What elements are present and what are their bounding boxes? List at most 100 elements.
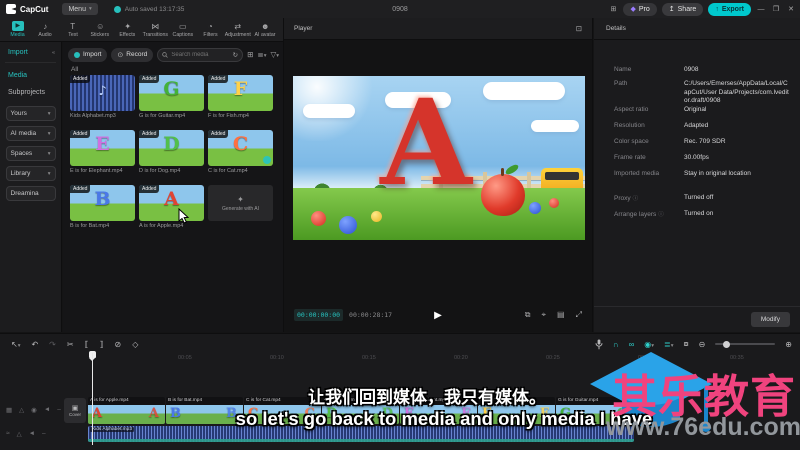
cover-button[interactable]: ▣ Cover [64, 398, 86, 423]
search-input[interactable] [171, 51, 230, 58]
minimize-button[interactable]: — [756, 6, 766, 13]
zoom-slider-knob[interactable] [723, 340, 731, 348]
delete-left-icon[interactable]: ⟦ [85, 340, 89, 349]
tab-filters[interactable]: ◔ Filters [197, 21, 225, 38]
media-item-a-apple[interactable]: Added A A is for Apple.mp4 [139, 185, 204, 229]
apple [481, 163, 525, 216]
sort-icon[interactable]: ≣▾ [257, 50, 266, 59]
generate-with-ai-button[interactable]: ✦ Generate with AI [208, 185, 273, 221]
mute-track-icon[interactable]: ◄ [44, 406, 50, 414]
pro-button[interactable]: ◆ Pro [623, 2, 657, 16]
auto-preview-icon[interactable]: ◉▾ [644, 340, 654, 349]
info-icon: ⓘ [632, 196, 639, 202]
tab-captions[interactable]: ▭ Captions [169, 21, 197, 38]
tab-label: AI avatar [254, 32, 276, 38]
collapse-panel-icon[interactable]: « [52, 50, 55, 56]
details-panel: Details Name 0908 Path C:/Users/Emerses/Ap… [594, 18, 800, 332]
sidebar-item-dreamina[interactable]: Dreamina [5, 186, 56, 201]
tab-media[interactable]: ▶ Media [4, 21, 32, 38]
lock-icon[interactable]: △ [19, 406, 24, 414]
tab-effects[interactable]: ✦ Effects [114, 21, 142, 38]
lock-icon[interactable]: △ [17, 430, 22, 438]
tab-ai-avatar[interactable]: ☻ AI avatar [252, 21, 280, 38]
timeline-clip-a[interactable]: A is for Apple.mp4 A A [88, 397, 165, 424]
playhead-line[interactable] [92, 353, 93, 445]
share-button[interactable]: ↥ Share [661, 2, 704, 16]
tab-adjustment[interactable]: ⇄ Adjustment [224, 21, 252, 38]
thumbnail-letter: F [233, 78, 248, 100]
aspect-ratio-icon[interactable]: ▤ [557, 310, 565, 320]
maximize-button[interactable]: ❐ [771, 5, 781, 13]
yellow-ball [371, 211, 382, 222]
split-icon[interactable]: ✂ [67, 340, 74, 349]
sidebar-item-subprojects[interactable]: Subprojects [0, 84, 61, 101]
chevron-down-icon: ▾ [47, 110, 51, 117]
timeline-zoom-slider[interactable] [715, 340, 776, 348]
menu-label: Menu [68, 5, 86, 13]
redo-icon[interactable]: ↷ [49, 340, 56, 349]
import-button[interactable]: Import [68, 47, 108, 62]
thumbnail-letter: G [163, 78, 180, 100]
sidebar-item-library[interactable]: Library ▾ [5, 166, 56, 181]
tab-audio[interactable]: ♪ Audio [32, 21, 60, 38]
keyframe-icon[interactable]: ◇ [132, 340, 138, 349]
waveform-icon[interactable]: ≈ [6, 430, 10, 438]
voiceover-mic-icon[interactable] [595, 339, 603, 350]
grid-view-icon[interactable]: ⊞ [247, 50, 253, 59]
snapshot-icon[interactable]: ⧇ [684, 339, 689, 349]
select-tool-icon[interactable]: ↖▾ [11, 340, 20, 349]
ruler-label: 00:20 [454, 355, 468, 361]
modify-button[interactable]: Modify [750, 312, 790, 327]
media-item-name: Kids Alphabet.mp3 [70, 113, 116, 119]
fullscreen-icon[interactable]: ⤢ [576, 310, 582, 320]
export-button[interactable]: ↑ Export [708, 2, 751, 16]
detail-label: Imported media [614, 170, 660, 177]
media-item-g-guitar[interactable]: Added G G is for Guitar.mp4 [139, 75, 204, 119]
close-button[interactable]: ✕ [786, 5, 796, 13]
media-item-d-dog[interactable]: Added D D is for Dog.mp4 [139, 130, 204, 174]
link-clips-icon[interactable]: ∞ [629, 340, 635, 349]
tab-transitions[interactable]: ⋈ Transitions [142, 21, 170, 38]
delete-right-icon[interactable]: ⟧ [100, 340, 104, 349]
hide-track-icon[interactable]: ◉ [31, 406, 37, 414]
display-settings-icon[interactable]: ⊡ [576, 24, 582, 33]
cover-label: Cover [68, 412, 81, 417]
sidebar-item-import[interactable]: Import « [8, 49, 55, 56]
main-track-icon[interactable]: ▦ [6, 406, 12, 414]
mirror-preview-icon[interactable]: ⧉ [525, 310, 531, 320]
video-preview[interactable]: A [293, 76, 585, 240]
menu-button[interactable]: Menu ▾ [62, 3, 98, 15]
tab-label: Effects [119, 32, 136, 38]
sidebar-item-yours[interactable]: Yours ▾ [5, 106, 56, 121]
sidebar-item-media[interactable]: Media [0, 67, 61, 84]
delete-icon[interactable]: ⊘ [115, 340, 122, 349]
timeline-clip-b[interactable]: B is for Bat.mp4 BB [166, 397, 243, 424]
zoom-in-icon[interactable]: ⊕ [785, 340, 792, 349]
media-item-b-bat[interactable]: Added B B is for Bat.mp4 [70, 185, 135, 229]
play-button[interactable]: ▶ [434, 310, 442, 321]
media-item-e-elephant[interactable]: Added E E is for Elephant.mp4 [70, 130, 135, 174]
tab-stickers[interactable]: ☺ Stickers [87, 21, 115, 38]
sidebar-item-ai-media[interactable]: AI media ▾ [5, 126, 56, 141]
sidebar-item-spaces[interactable]: Spaces ▾ [5, 146, 56, 161]
layout-icon[interactable]: ⊞ [608, 5, 618, 13]
collapse-track-icon[interactable]: – [57, 406, 61, 414]
record-button[interactable]: ⊙ Record [111, 47, 154, 62]
mute-track-icon[interactable]: ◄ [29, 430, 35, 438]
media-item-kids-alphabet[interactable]: Added ♪ Kids Alphabet.mp3 [70, 75, 135, 119]
refresh-icon[interactable]: ↻ [233, 51, 238, 59]
tab-text[interactable]: T Text [59, 21, 87, 38]
zoom-out-icon[interactable]: ⊖ [699, 340, 706, 349]
undo-icon[interactable]: ↶ [31, 340, 38, 349]
tab-label: Transitions [142, 32, 168, 38]
media-item-c-cat[interactable]: Added C C is for Cat.mp4 [208, 130, 273, 174]
search-box[interactable]: ↻ [157, 47, 244, 62]
preview-quality-icon[interactable]: ⌖ [542, 310, 547, 320]
filter-icon[interactable]: ▽▾ [270, 50, 279, 59]
media-item-f-fish[interactable]: Added F F is for Fish.mp4 [208, 75, 273, 119]
track-levels-icon[interactable]: ≣▾ [664, 340, 673, 349]
thumbnail-letter: B [94, 188, 111, 210]
magnet-snap-icon[interactable]: ∩ [613, 340, 619, 349]
collapse-track-icon[interactable]: – [42, 430, 46, 438]
record-icon: ⊙ [117, 51, 124, 59]
